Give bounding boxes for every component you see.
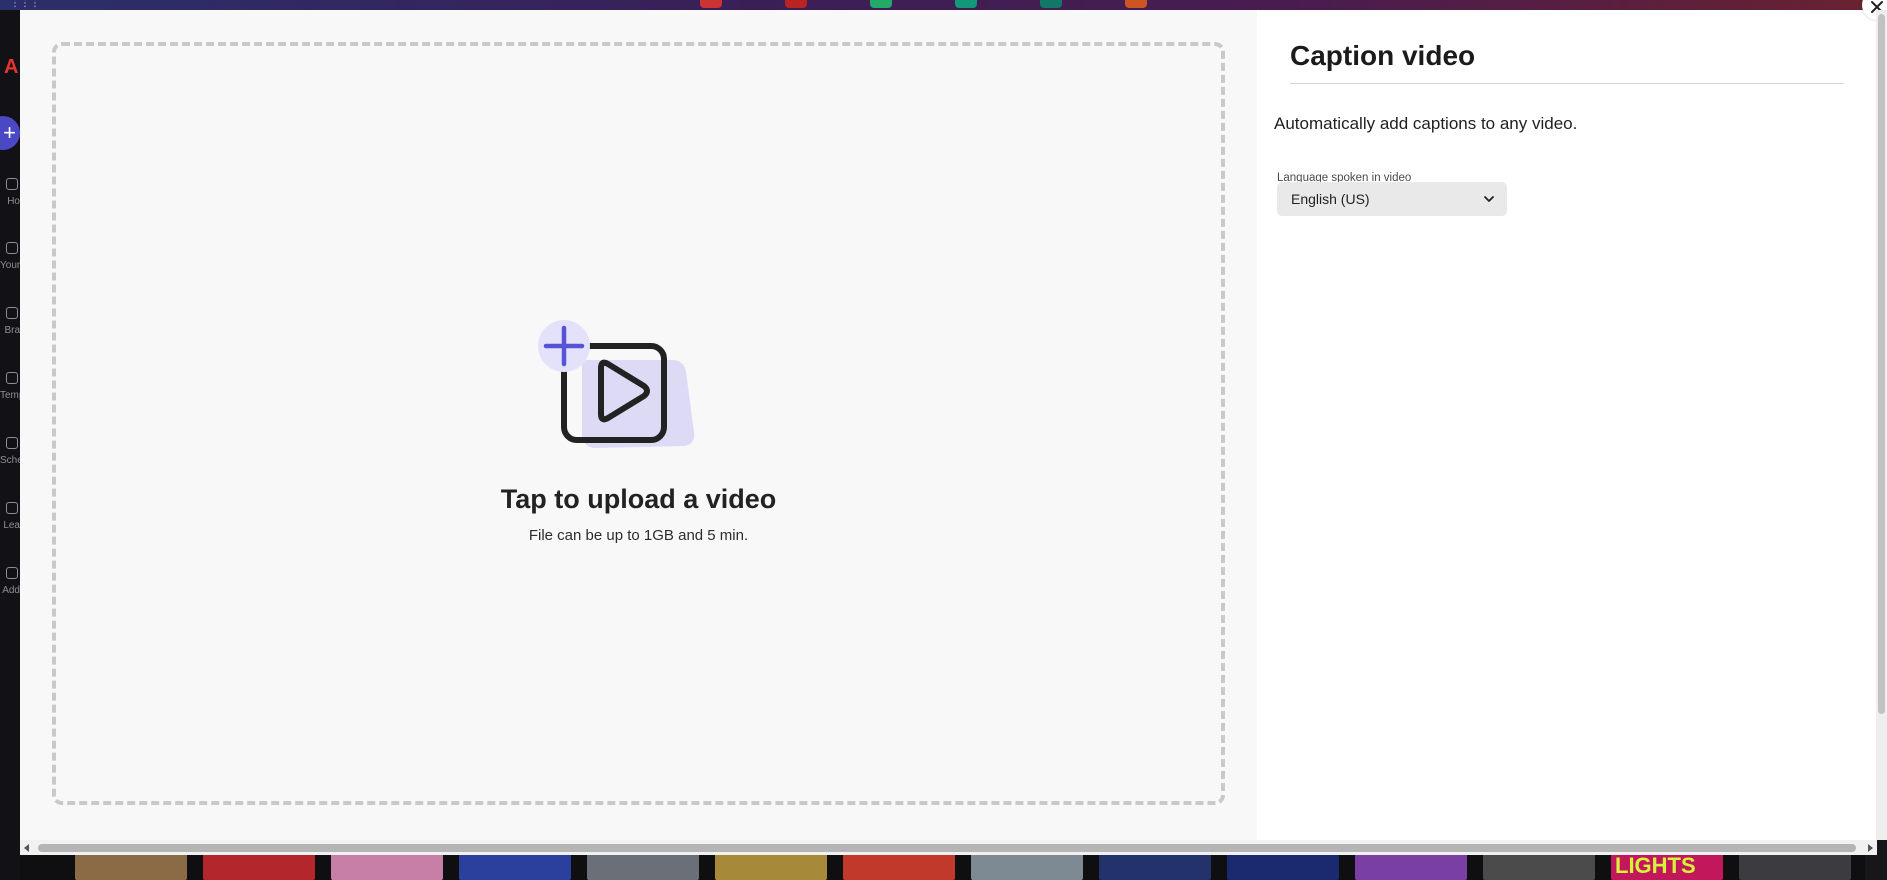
template-thumbnail xyxy=(1355,853,1467,880)
template-thumbnail xyxy=(971,853,1083,880)
background-sidebar: A + Ho Your Bra Temp Sche Lea Add xyxy=(0,10,20,880)
sidebar-item-schedule: Sche xyxy=(0,437,20,466)
sidebar-item-templates: Temp xyxy=(0,372,20,401)
create-button: + xyxy=(0,116,20,150)
language-select-value: English (US) xyxy=(1291,191,1370,207)
template-thumbnail xyxy=(1099,853,1211,880)
template-thumbnail xyxy=(1227,853,1339,880)
horizontal-scrollbar-thumb[interactable] xyxy=(38,844,1856,852)
brand-logo-icon: A xyxy=(4,56,19,78)
tab-chip xyxy=(1125,0,1147,8)
vertical-scrollbar[interactable] xyxy=(1876,10,1887,840)
template-thumbnail xyxy=(459,853,571,880)
tab-chip xyxy=(955,0,977,8)
sidebar-item-learn: Lea xyxy=(0,502,20,531)
thumbnail-text: LIGHTS xyxy=(1615,853,1696,878)
background-top-bar: ⋮⋮⋮ xyxy=(0,0,1887,10)
scroll-right-arrow-icon[interactable] xyxy=(1865,843,1875,853)
sidebar-item-your-stuff: Your xyxy=(0,242,20,271)
background-thumbnails: LIGHTS xyxy=(20,853,1865,880)
sidebar-item-add-ons: Add xyxy=(0,567,20,596)
template-thumbnail: LIGHTS xyxy=(1611,853,1723,880)
chevron-down-icon xyxy=(1484,196,1494,202)
template-thumbnail xyxy=(587,853,699,880)
template-thumbnail xyxy=(1483,853,1595,880)
upload-video-icon xyxy=(538,320,695,448)
horizontal-scrollbar[interactable] xyxy=(20,840,1877,855)
template-thumbnail xyxy=(843,853,955,880)
dialog-description: Automatically add captions to any video. xyxy=(1274,114,1578,133)
scroll-left-arrow-icon[interactable] xyxy=(22,843,32,853)
sidebar-item-brands: Bra xyxy=(0,307,20,336)
tab-chip xyxy=(1040,0,1062,8)
template-thumbnail xyxy=(715,853,827,880)
template-thumbnail xyxy=(331,853,443,880)
template-thumbnail xyxy=(75,853,187,880)
vertical-scrollbar-thumb[interactable] xyxy=(1878,14,1885,714)
sidebar-item-home: Ho xyxy=(0,178,20,207)
tab-chip xyxy=(785,0,807,8)
template-thumbnail xyxy=(1739,853,1851,880)
upload-title: Tap to upload a video xyxy=(500,484,777,514)
template-thumbnail xyxy=(203,853,315,880)
upload-pane: Tap to upload a video File can be up to … xyxy=(20,10,1257,840)
language-select[interactable]: English (US) xyxy=(1277,182,1507,216)
upload-subtitle: File can be up to 1GB and 5 min. xyxy=(528,527,749,544)
title-divider xyxy=(1290,83,1844,84)
dialog-title: Caption video xyxy=(1290,40,1476,71)
app-grid-icon: ⋮⋮⋮ xyxy=(10,0,40,9)
tab-chip xyxy=(700,0,722,8)
caption-settings-panel: Caption video Automatically add captions… xyxy=(1257,10,1877,840)
tab-chip xyxy=(870,0,892,8)
caption-video-dialog: Tap to upload a video File can be up to … xyxy=(20,10,1877,855)
